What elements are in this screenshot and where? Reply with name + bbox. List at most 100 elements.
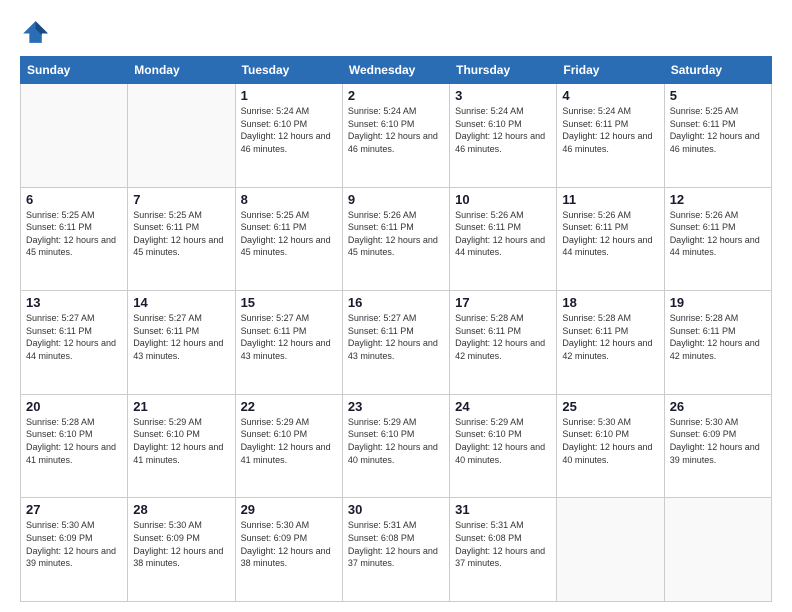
day-of-week-header: Thursday: [450, 57, 557, 84]
day-info: Sunrise: 5:29 AM Sunset: 6:10 PM Dayligh…: [455, 416, 551, 466]
calendar-header-row: SundayMondayTuesdayWednesdayThursdayFrid…: [21, 57, 772, 84]
day-info: Sunrise: 5:29 AM Sunset: 6:10 PM Dayligh…: [133, 416, 229, 466]
calendar-week-row: 1 Sunrise: 5:24 AM Sunset: 6:10 PM Daylig…: [21, 84, 772, 188]
day-info: Sunrise: 5:26 AM Sunset: 6:11 PM Dayligh…: [670, 209, 766, 259]
day-info: Sunrise: 5:30 AM Sunset: 6:09 PM Dayligh…: [670, 416, 766, 466]
day-info: Sunrise: 5:24 AM Sunset: 6:11 PM Dayligh…: [562, 105, 658, 155]
calendar-week-row: 20Sunrise: 5:28 AM Sunset: 6:10 PM Dayli…: [21, 394, 772, 498]
day-of-week-header: Saturday: [664, 57, 771, 84]
calendar-day-cell: 27 Sunrise: 5:30 AM Sunset: 6:09 PM Dayli…: [21, 498, 128, 602]
day-info: Sunrise: 5:26 AM Sunset: 6:11 PM Dayligh…: [562, 209, 658, 259]
day-info: Sunrise: 5:25 AM Sunset: 6:11 PM Dayligh…: [670, 105, 766, 155]
day-number: 28: [133, 502, 229, 517]
day-info: Sunrise: 5:31 AM Sunset: 6:08 PM Dayligh…: [348, 519, 444, 569]
day-number: 11: [562, 192, 658, 207]
calendar-day-cell: 2 Sunrise: 5:24 AM Sunset: 6:10 PM Daylig…: [342, 84, 449, 188]
calendar-day-cell: [21, 84, 128, 188]
calendar-day-cell: [128, 84, 235, 188]
day-number: 10: [455, 192, 551, 207]
calendar-week-row: 13 Sunrise: 5:27 AM Sunset: 6:11 PM Dayli…: [21, 291, 772, 395]
day-number: 5: [670, 88, 766, 103]
calendar-day-cell: 14 Sunrise: 5:27 AM Sunset: 6:11 PM Dayli…: [128, 291, 235, 395]
day-number: 3: [455, 88, 551, 103]
day-info: Sunrise: 5:30 AM Sunset: 6:09 PM Dayligh…: [241, 519, 337, 569]
calendar-week-row: 27 Sunrise: 5:30 AM Sunset: 6:09 PM Dayli…: [21, 498, 772, 602]
calendar-day-cell: 7 Sunrise: 5:25 AM Sunset: 6:11 PM Daylig…: [128, 187, 235, 291]
day-info: Sunrise: 5:28 AM Sunset: 6:11 PM Dayligh…: [455, 312, 551, 362]
day-info: Sunrise: 5:25 AM Sunset: 6:11 PM Dayligh…: [133, 209, 229, 259]
day-number: 4: [562, 88, 658, 103]
day-number: 20: [26, 399, 122, 414]
day-info: Sunrise: 5:26 AM Sunset: 6:11 PM Dayligh…: [455, 209, 551, 259]
day-info: Sunrise: 5:24 AM Sunset: 6:10 PM Dayligh…: [241, 105, 337, 155]
day-number: 24: [455, 399, 551, 414]
day-number: 14: [133, 295, 229, 310]
day-number: 21: [133, 399, 229, 414]
day-info: Sunrise: 5:30 AM Sunset: 6:10 PM Dayligh…: [562, 416, 658, 466]
day-number: 29: [241, 502, 337, 517]
calendar-day-cell: 20Sunrise: 5:28 AM Sunset: 6:10 PM Dayli…: [21, 394, 128, 498]
day-of-week-header: Monday: [128, 57, 235, 84]
day-number: 15: [241, 295, 337, 310]
calendar-day-cell: 13Sunrise: 5:27 AM Sunset: 6:11 PM Dayli…: [21, 291, 128, 395]
day-info: Sunrise: 5:24 AM Sunset: 6:10 PM Dayligh…: [348, 105, 444, 155]
day-info: Sunrise: 5:25 AM Sunset: 6:11 PM Dayligh…: [241, 209, 337, 259]
day-number: 8: [241, 192, 337, 207]
day-info: Sunrise: 5:25 AM Sunset: 6:11 PM Dayligh…: [26, 209, 122, 259]
day-info: Sunrise: 5:24 AM Sunset: 6:10 PM Dayligh…: [455, 105, 551, 155]
day-number: 16: [348, 295, 444, 310]
day-info: Sunrise: 5:27 AM Sunset: 6:11 PM Dayligh…: [241, 312, 337, 362]
day-number: 27: [26, 502, 122, 517]
day-number: 25: [562, 399, 658, 414]
day-number: 7: [133, 192, 229, 207]
day-of-week-header: Friday: [557, 57, 664, 84]
day-number: 17: [455, 295, 551, 310]
calendar-day-cell: 8 Sunrise: 5:25 AM Sunset: 6:11 PM Daylig…: [235, 187, 342, 291]
day-info: Sunrise: 5:30 AM Sunset: 6:09 PM Dayligh…: [26, 519, 122, 569]
calendar-day-cell: 10 Sunrise: 5:26 AM Sunset: 6:11 PM Dayli…: [450, 187, 557, 291]
day-number: 22: [241, 399, 337, 414]
calendar-day-cell: 5 Sunrise: 5:25 AM Sunset: 6:11 PM Daylig…: [664, 84, 771, 188]
logo: [20, 18, 52, 46]
day-number: 6: [26, 192, 122, 207]
calendar-day-cell: 30 Sunrise: 5:31 AM Sunset: 6:08 PM Dayli…: [342, 498, 449, 602]
day-number: 1: [241, 88, 337, 103]
calendar-day-cell: [557, 498, 664, 602]
day-number: 23: [348, 399, 444, 414]
calendar-day-cell: 29 Sunrise: 5:30 AM Sunset: 6:09 PM Dayli…: [235, 498, 342, 602]
day-info: Sunrise: 5:27 AM Sunset: 6:11 PM Dayligh…: [133, 312, 229, 362]
calendar-day-cell: 15 Sunrise: 5:27 AM Sunset: 6:11 PM Dayli…: [235, 291, 342, 395]
day-info: Sunrise: 5:30 AM Sunset: 6:09 PM Dayligh…: [133, 519, 229, 569]
calendar-day-cell: 16Sunrise: 5:27 AM Sunset: 6:11 PM Dayli…: [342, 291, 449, 395]
calendar-day-cell: 21 Sunrise: 5:29 AM Sunset: 6:10 PM Dayli…: [128, 394, 235, 498]
day-number: 19: [670, 295, 766, 310]
calendar-table: SundayMondayTuesdayWednesdayThursdayFrid…: [20, 56, 772, 602]
calendar-day-cell: 11 Sunrise: 5:26 AM Sunset: 6:11 PM Dayli…: [557, 187, 664, 291]
day-of-week-header: Wednesday: [342, 57, 449, 84]
calendar-day-cell: [664, 498, 771, 602]
day-number: 2: [348, 88, 444, 103]
day-number: 26: [670, 399, 766, 414]
day-info: Sunrise: 5:28 AM Sunset: 6:11 PM Dayligh…: [670, 312, 766, 362]
calendar-day-cell: 23Sunrise: 5:29 AM Sunset: 6:10 PM Dayli…: [342, 394, 449, 498]
day-of-week-header: Sunday: [21, 57, 128, 84]
logo-icon: [20, 18, 48, 46]
day-number: 12: [670, 192, 766, 207]
day-number: 31: [455, 502, 551, 517]
calendar-day-cell: 25 Sunrise: 5:30 AM Sunset: 6:10 PM Dayli…: [557, 394, 664, 498]
calendar-day-cell: 28 Sunrise: 5:30 AM Sunset: 6:09 PM Dayli…: [128, 498, 235, 602]
header: [20, 18, 772, 46]
calendar-day-cell: 22Sunrise: 5:29 AM Sunset: 6:10 PM Dayli…: [235, 394, 342, 498]
day-number: 18: [562, 295, 658, 310]
day-of-week-header: Tuesday: [235, 57, 342, 84]
day-number: 13: [26, 295, 122, 310]
calendar-day-cell: 24 Sunrise: 5:29 AM Sunset: 6:10 PM Dayli…: [450, 394, 557, 498]
calendar-week-row: 6 Sunrise: 5:25 AM Sunset: 6:11 PM Daylig…: [21, 187, 772, 291]
day-info: Sunrise: 5:26 AM Sunset: 6:11 PM Dayligh…: [348, 209, 444, 259]
page: SundayMondayTuesdayWednesdayThursdayFrid…: [0, 0, 792, 612]
calendar-day-cell: 1 Sunrise: 5:24 AM Sunset: 6:10 PM Daylig…: [235, 84, 342, 188]
calendar-day-cell: 19 Sunrise: 5:28 AM Sunset: 6:11 PM Dayli…: [664, 291, 771, 395]
calendar-day-cell: 26 Sunrise: 5:30 AM Sunset: 6:09 PM Dayli…: [664, 394, 771, 498]
calendar-day-cell: 3 Sunrise: 5:24 AM Sunset: 6:10 PM Daylig…: [450, 84, 557, 188]
day-number: 30: [348, 502, 444, 517]
